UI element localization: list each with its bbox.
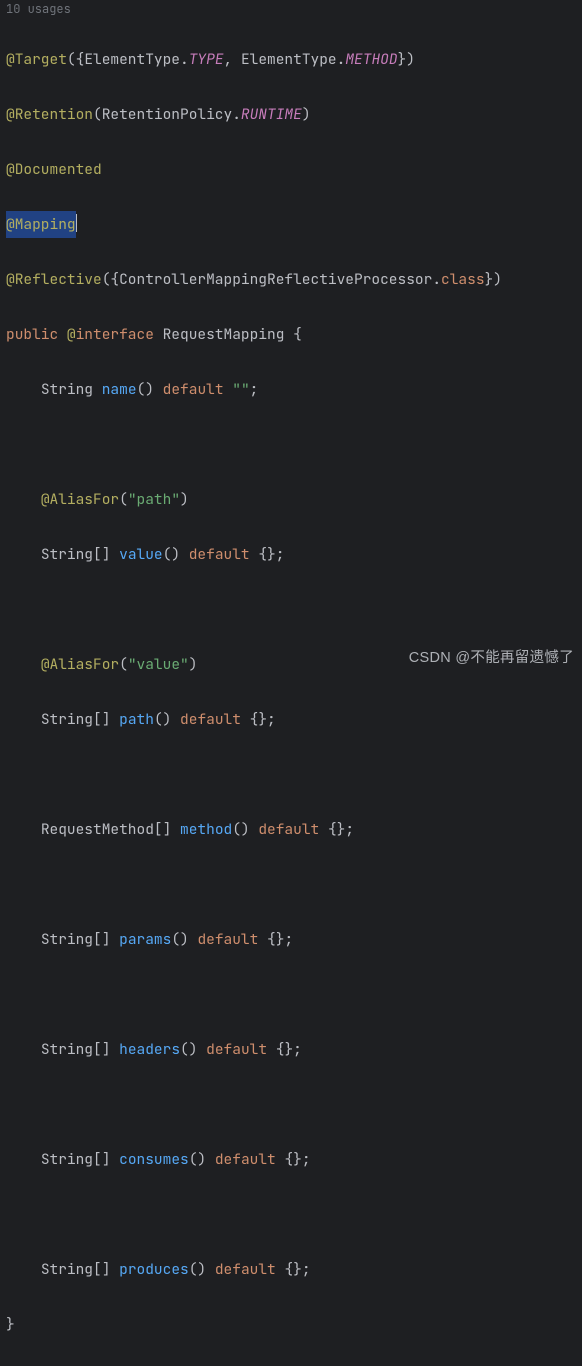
usage-hint: 10 usages — [0, 0, 582, 18]
code-line-highlighted: @Mapping — [6, 211, 576, 239]
watermark: CSDN @不能再留遗憾了 — [409, 645, 574, 673]
code-line — [6, 761, 576, 789]
code-line — [6, 1091, 576, 1119]
code-line: String[] headers() default {}; — [6, 1036, 576, 1064]
code-line: String[] params() default {}; — [6, 926, 576, 954]
code-line: String[] consumes() default {}; — [6, 1146, 576, 1174]
code-line: public @interface RequestMapping { — [6, 321, 576, 349]
code-line: RequestMethod[] method() default {}; — [6, 816, 576, 844]
code-line: String[] produces() default {}; — [6, 1256, 576, 1284]
code-editor[interactable]: @Target({ElementType.TYPE, ElementType.M… — [0, 18, 582, 1366]
code-line: String[] path() default {}; — [6, 706, 576, 734]
code-line: String name() default ""; — [6, 376, 576, 404]
code-line: @Reflective({ControllerMappingReflective… — [6, 266, 576, 294]
code-line: @Target({ElementType.TYPE, ElementType.M… — [6, 46, 576, 74]
code-line — [6, 431, 576, 459]
code-line: @AliasFor("path") — [6, 486, 576, 514]
code-line — [6, 871, 576, 899]
code-line: @Documented — [6, 156, 576, 184]
code-line — [6, 981, 576, 1009]
text-cursor — [76, 214, 77, 232]
code-line — [6, 596, 576, 624]
code-line: String[] value() default {}; — [6, 541, 576, 569]
code-line — [6, 1201, 576, 1229]
code-line: @Retention(RetentionPolicy.RUNTIME) — [6, 101, 576, 129]
code-line: } — [6, 1311, 576, 1339]
